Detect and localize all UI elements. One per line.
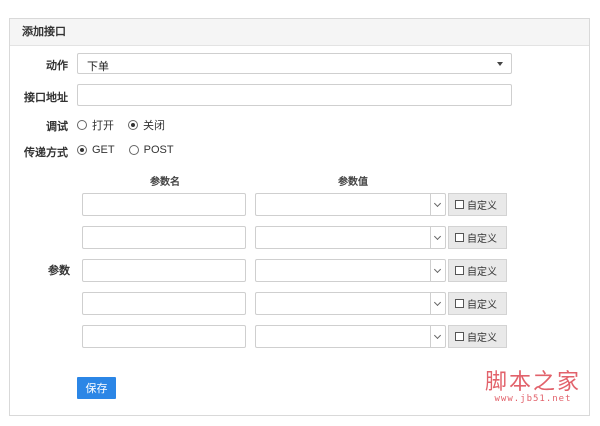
param-name-input[interactable] bbox=[82, 292, 246, 315]
url-label: 接口地址 bbox=[24, 92, 68, 104]
custom-toggle[interactable]: 自定义 bbox=[448, 292, 507, 315]
param-name-input[interactable] bbox=[82, 325, 246, 348]
custom-toggle[interactable]: 自定义 bbox=[448, 259, 507, 282]
chevron-down-icon[interactable] bbox=[430, 293, 445, 314]
param-value-select[interactable] bbox=[255, 325, 446, 348]
method-post-label: POST bbox=[143, 144, 174, 156]
add-interface-panel: 添加接口 bbox=[9, 18, 590, 416]
watermark-url: www.jb51.net bbox=[494, 394, 572, 404]
custom-toggle[interactable]: 自定义 bbox=[448, 193, 507, 216]
custom-label: 自定义 bbox=[467, 300, 497, 311]
debug-label: 调试 bbox=[46, 121, 68, 133]
custom-label: 自定义 bbox=[467, 234, 497, 245]
params-label: 参数 bbox=[48, 265, 70, 277]
method-post-radio[interactable] bbox=[128, 145, 139, 155]
param-value-select[interactable] bbox=[255, 292, 446, 315]
custom-checkbox[interactable] bbox=[455, 332, 464, 341]
param-name-input[interactable] bbox=[82, 259, 246, 282]
url-input[interactable] bbox=[77, 84, 512, 106]
custom-label: 自定义 bbox=[467, 201, 497, 212]
save-button[interactable]: 保存 bbox=[77, 377, 116, 399]
debug-radio-group: 打开 关闭 bbox=[77, 117, 179, 133]
param-name-input[interactable] bbox=[82, 193, 246, 216]
chevron-down-icon bbox=[497, 62, 503, 66]
method-get-radio[interactable] bbox=[77, 145, 87, 155]
debug-off-radio[interactable] bbox=[128, 120, 138, 130]
debug-on-radio[interactable] bbox=[77, 120, 87, 130]
panel-title: 添加接口 bbox=[10, 19, 589, 46]
method-label: 传递方式 bbox=[24, 147, 68, 159]
action-label: 动作 bbox=[46, 60, 68, 72]
method-get-label: GET bbox=[92, 144, 115, 156]
param-value-select[interactable] bbox=[255, 259, 446, 282]
chevron-down-icon[interactable] bbox=[430, 260, 445, 281]
custom-label: 自定义 bbox=[467, 333, 497, 344]
debug-off-label: 关闭 bbox=[143, 120, 165, 132]
custom-checkbox[interactable] bbox=[455, 233, 464, 242]
chevron-down-icon[interactable] bbox=[430, 194, 445, 215]
custom-toggle[interactable]: 自定义 bbox=[448, 325, 507, 348]
param-value-header: 参数值 bbox=[338, 177, 368, 188]
custom-checkbox[interactable] bbox=[455, 200, 464, 209]
watermark-text: 脚本之家 bbox=[484, 370, 581, 395]
custom-checkbox[interactable] bbox=[455, 266, 464, 275]
param-value-select[interactable] bbox=[255, 193, 446, 216]
chevron-down-icon[interactable] bbox=[430, 326, 445, 347]
chevron-down-icon[interactable] bbox=[430, 227, 445, 248]
custom-label: 自定义 bbox=[467, 267, 497, 278]
action-select-value: 下单 bbox=[87, 61, 109, 73]
param-name-input[interactable] bbox=[82, 226, 246, 249]
param-value-select[interactable] bbox=[255, 226, 446, 249]
debug-on-label: 打开 bbox=[92, 120, 114, 132]
param-name-header: 参数名 bbox=[150, 177, 180, 188]
custom-toggle[interactable]: 自定义 bbox=[448, 226, 507, 249]
method-radio-group: GET POST bbox=[77, 142, 188, 158]
watermark: 脚本之家 www.jb51.net bbox=[478, 364, 588, 404]
custom-checkbox[interactable] bbox=[455, 299, 464, 308]
action-select[interactable]: 下单 bbox=[77, 53, 512, 74]
